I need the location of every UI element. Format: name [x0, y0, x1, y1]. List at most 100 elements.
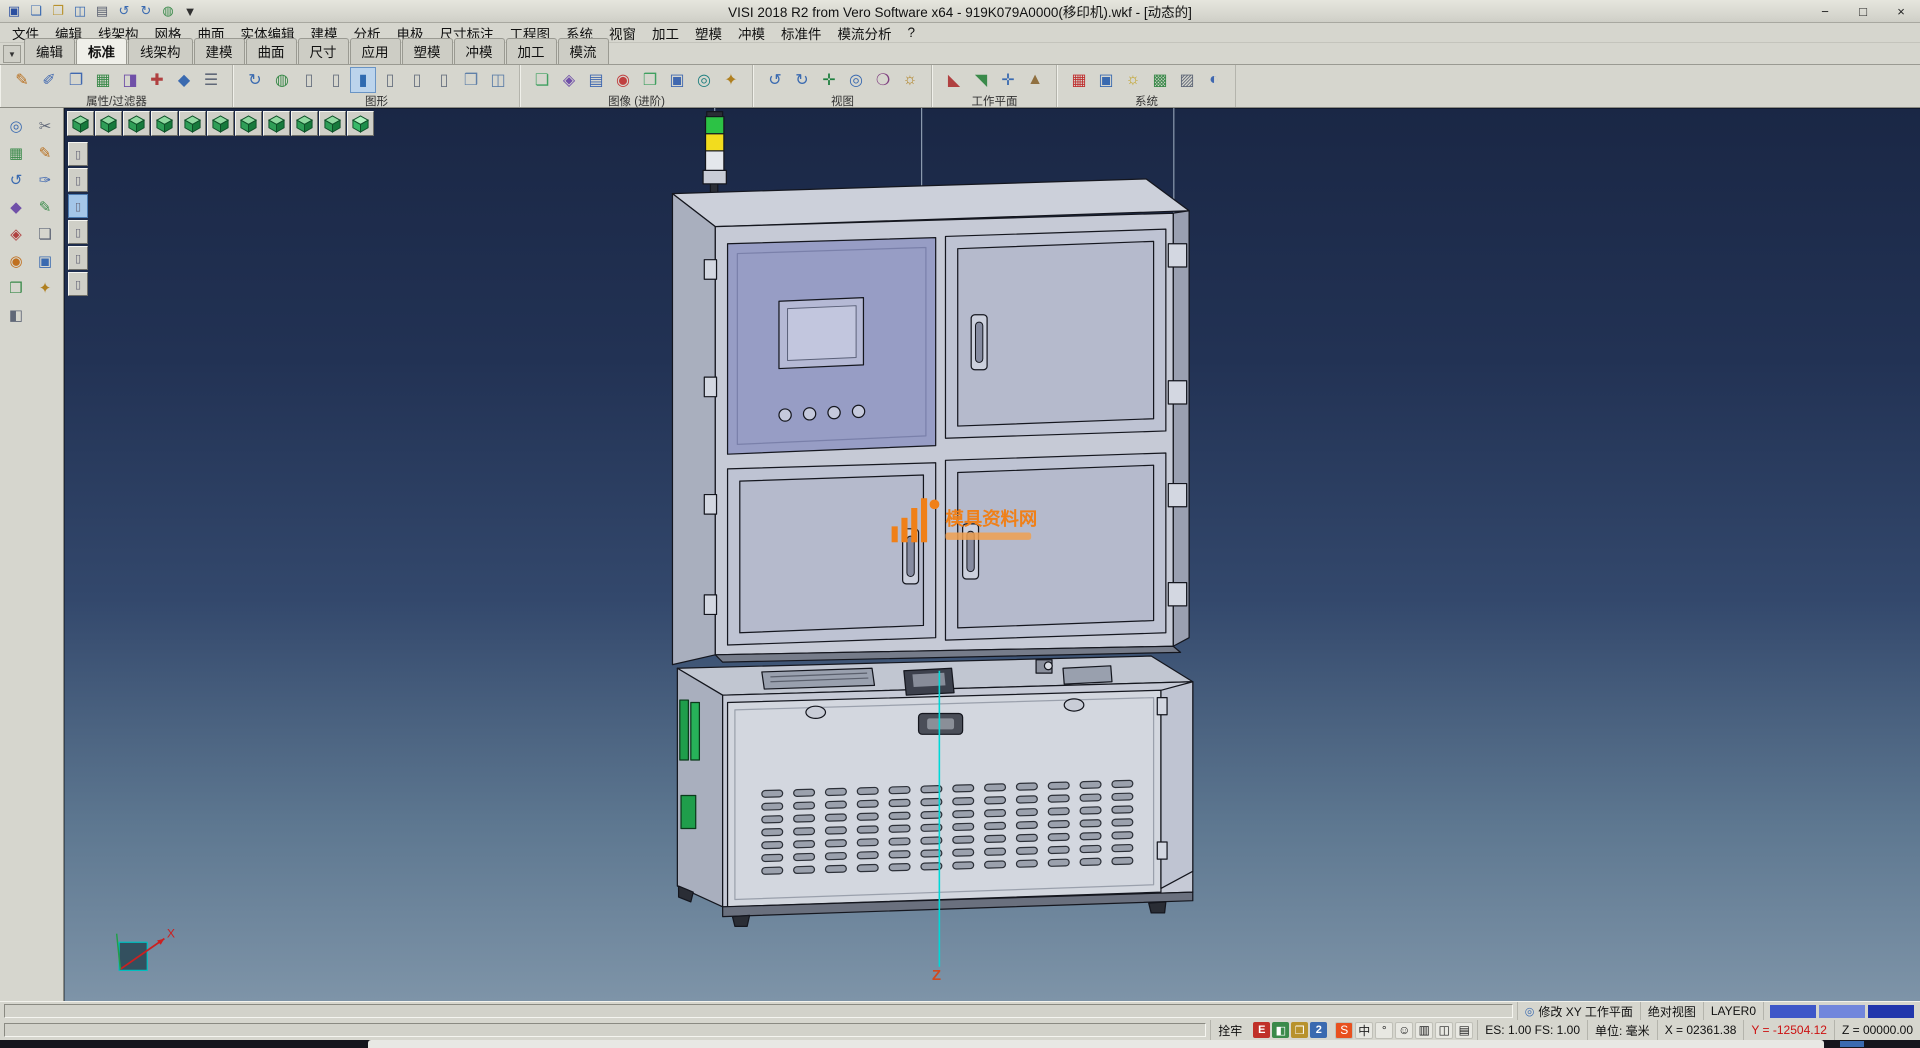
menu-item[interactable]: ?: [900, 25, 924, 40]
toolbar-icon[interactable]: ✐: [36, 67, 62, 93]
ribbon-tab[interactable]: 标准: [76, 38, 127, 64]
viewport-mini-button[interactable]: ▯: [68, 272, 88, 296]
toolbar-icon[interactable]: ◥: [968, 67, 994, 93]
toolbar-icon[interactable]: ✦: [718, 67, 744, 93]
titlebar-quick-icon[interactable]: ↻: [136, 2, 156, 20]
ribbon-tab[interactable]: 线架构: [128, 38, 193, 64]
ribbon-tab[interactable]: 应用: [350, 38, 401, 64]
ime-icon[interactable]: ▤: [1455, 1022, 1473, 1039]
titlebar-quick-icon[interactable]: ◫: [70, 2, 90, 20]
toolbar-icon[interactable]: ☼: [897, 67, 923, 93]
sidebar-tool-icon[interactable]: ◎: [2, 113, 30, 139]
viewport-mini-button[interactable]: ▯: [68, 142, 88, 166]
toolbar-icon[interactable]: ↺: [762, 67, 788, 93]
toolbar-icon[interactable]: ↻: [242, 67, 268, 93]
windows-taskbar[interactable]: [0, 1040, 1920, 1048]
toolbar-icon[interactable]: ❐: [63, 67, 89, 93]
toolbar-icon[interactable]: ▯: [431, 67, 457, 93]
toolbar-icon[interactable]: ▦: [90, 67, 116, 93]
titlebar-quick-icon[interactable]: ▣: [4, 2, 24, 20]
tray-icon[interactable]: ◧: [1272, 1022, 1289, 1038]
sidebar-tool-icon[interactable]: ❒: [2, 275, 30, 301]
view-cube-button[interactable]: [319, 111, 346, 136]
view-cube-button[interactable]: [235, 111, 262, 136]
menu-item[interactable]: 标准件: [773, 23, 830, 43]
toolbar-icon[interactable]: ✚: [144, 67, 170, 93]
titlebar-quick-icon[interactable]: ❏: [26, 2, 46, 20]
sidebar-tool-icon[interactable]: ✦: [31, 275, 59, 301]
menu-item[interactable]: 冲模: [730, 23, 773, 43]
toolbar-icon[interactable]: ◨: [117, 67, 143, 93]
lock-toggle[interactable]: 拴牢: [1210, 1020, 1249, 1040]
toolbar-icon[interactable]: ▲: [1022, 67, 1048, 93]
toolbar-icon[interactable]: ❒: [637, 67, 663, 93]
menu-item[interactable]: 塑模: [687, 23, 730, 43]
toolbar-icon[interactable]: ▮: [350, 67, 376, 93]
ime-icon[interactable]: 中: [1355, 1022, 1373, 1039]
sidebar-tool-icon[interactable]: ✎: [31, 194, 59, 220]
toolbar-icon[interactable]: ▯: [296, 67, 322, 93]
toolbar-icon[interactable]: ▯: [404, 67, 430, 93]
sidebar-tool-icon[interactable]: ◉: [2, 248, 30, 274]
ribbon-tab[interactable]: 模流: [558, 38, 609, 64]
view-cube-button[interactable]: [207, 111, 234, 136]
titlebar-quick-icon[interactable]: ↺: [114, 2, 134, 20]
toolbar-icon[interactable]: ✛: [816, 67, 842, 93]
toolbar-icon[interactable]: ◆: [171, 67, 197, 93]
sidebar-tool-icon[interactable]: ▦: [2, 140, 30, 166]
ribbon-tab[interactable]: 冲模: [454, 38, 505, 64]
layer-selector[interactable]: LAYER0: [1703, 1002, 1763, 1020]
toolbar-icon[interactable]: ◈: [556, 67, 582, 93]
toolbar-icon[interactable]: ↻: [789, 67, 815, 93]
toolbar-icon[interactable]: ▩: [1147, 67, 1173, 93]
ime-icon[interactable]: ☺: [1395, 1022, 1413, 1039]
view-mode[interactable]: 绝对视图: [1640, 1002, 1703, 1020]
workplane-hint[interactable]: ◎ 修改 XY 工作平面: [1517, 1002, 1640, 1020]
viewport-mini-button[interactable]: ▯: [68, 194, 88, 218]
view-cube-button[interactable]: [95, 111, 122, 136]
toolbar-icon[interactable]: ▤: [583, 67, 609, 93]
titlebar-quick-icon[interactable]: ◍: [158, 2, 178, 20]
toolbar-icon[interactable]: ◐: [1201, 67, 1227, 93]
titlebar-quick-icon[interactable]: ▤: [92, 2, 112, 20]
view-cube-button[interactable]: [67, 111, 94, 136]
viewport-mini-button[interactable]: ▯: [68, 168, 88, 192]
toolbar-icon[interactable]: ☼: [1120, 67, 1146, 93]
toolbar-icon[interactable]: ✛: [995, 67, 1021, 93]
view-cube-button[interactable]: [291, 111, 318, 136]
toolbar-icon[interactable]: ▦: [1066, 67, 1092, 93]
toolbar-icon[interactable]: ▯: [377, 67, 403, 93]
ribbon-tab[interactable]: 编辑: [24, 38, 75, 64]
titlebar-quick-icon[interactable]: ❐: [48, 2, 68, 20]
machine-model[interactable]: Z 模具资料网: [117, 108, 1193, 984]
ribbon-tab[interactable]: 曲面: [246, 38, 297, 64]
toolbar-icon[interactable]: ▨: [1174, 67, 1200, 93]
ribbon-tab[interactable]: 建模: [194, 38, 245, 64]
sidebar-tool-icon[interactable]: ❏: [31, 221, 59, 247]
view-cube-button[interactable]: [123, 111, 150, 136]
menu-item[interactable]: 加工: [644, 23, 687, 43]
viewport-3d[interactable]: Z 模具资料网: [64, 108, 1920, 1001]
minimize-button[interactable]: −: [1806, 0, 1844, 22]
ime-icon[interactable]: °: [1375, 1022, 1393, 1039]
toolbar-icon[interactable]: ◉: [610, 67, 636, 93]
view-cube-button[interactable]: [179, 111, 206, 136]
titlebar-quick-icon[interactable]: ▼: [180, 2, 200, 20]
toolbar-icon[interactable]: ◣: [941, 67, 967, 93]
ribbon-tab[interactable]: 塑模: [402, 38, 453, 64]
view-cube-button[interactable]: [151, 111, 178, 136]
view-cube-button[interactable]: [263, 111, 290, 136]
viewport-mini-button[interactable]: ▯: [68, 246, 88, 270]
tray-icon[interactable]: E: [1253, 1022, 1270, 1038]
toolbar-icon[interactable]: ◎: [691, 67, 717, 93]
toolbar-icon[interactable]: ▣: [664, 67, 690, 93]
toolbar-icon[interactable]: ▣: [1093, 67, 1119, 93]
sidebar-tool-icon[interactable]: ▣: [31, 248, 59, 274]
ime-icon[interactable]: ▥: [1415, 1022, 1433, 1039]
ribbon-tab[interactable]: 加工: [506, 38, 557, 64]
toolbar-icon[interactable]: ▯: [323, 67, 349, 93]
toolbar-icon[interactable]: ✎: [9, 67, 35, 93]
sidebar-tool-icon[interactable]: ◈: [2, 221, 30, 247]
toolbar-icon[interactable]: ◍: [269, 67, 295, 93]
menu-item[interactable]: 模流分析: [830, 23, 900, 43]
